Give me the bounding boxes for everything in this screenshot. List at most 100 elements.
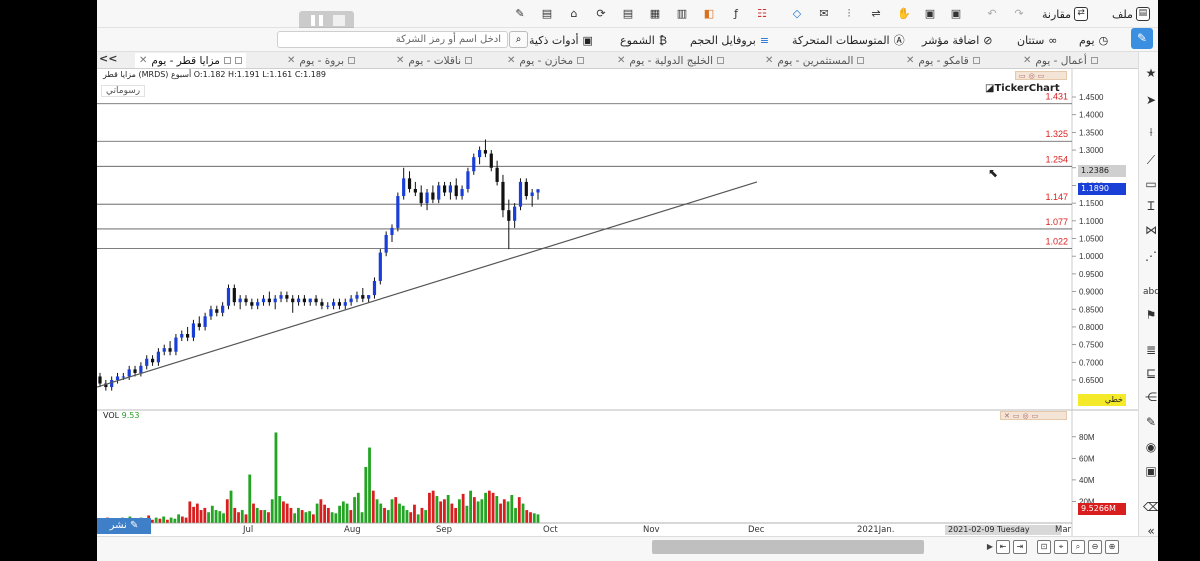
hand-icon[interactable]: ✋ xyxy=(897,7,911,21)
candle[interactable] xyxy=(460,185,464,200)
rectangle-icon[interactable]: ▭ xyxy=(1143,176,1158,192)
search-input[interactable]: ادخل اسم أو رمز الشركة ⌕ xyxy=(277,31,528,48)
tab-nakilat[interactable]: ناقلات - يوم ✕ xyxy=(392,53,476,68)
candle[interactable] xyxy=(209,305,213,320)
candle[interactable] xyxy=(256,298,260,310)
close-icon[interactable]: ✕ xyxy=(617,55,625,66)
close-icon[interactable]: ✕ xyxy=(139,55,147,66)
add-indicator-button[interactable]: ⊘ اضافة مؤشر xyxy=(922,31,992,49)
candle[interactable] xyxy=(296,295,301,306)
file-menu[interactable]: ▤ ملف xyxy=(1112,5,1150,23)
eye-icon[interactable]: ◉ xyxy=(1143,439,1158,455)
candle[interactable] xyxy=(402,167,406,200)
candle[interactable] xyxy=(226,284,231,310)
candle[interactable] xyxy=(407,171,412,193)
candle[interactable] xyxy=(197,316,201,331)
candle[interactable] xyxy=(145,355,149,370)
refresh-icon[interactable]: ⟳ xyxy=(594,7,608,21)
pen-icon[interactable]: ✎ xyxy=(513,7,527,21)
candle[interactable] xyxy=(483,139,488,158)
brush-icon[interactable]: ✎ xyxy=(1143,414,1158,430)
function-icon[interactable]: ƒ xyxy=(729,7,743,21)
zoom-out-icon[interactable]: ⊖ xyxy=(1088,540,1102,554)
drawings-button[interactable]: رسوماتي xyxy=(101,85,146,97)
price-pane-controls[interactable]: ▭ ◎ ▭ xyxy=(1015,71,1067,80)
candle[interactable] xyxy=(472,153,476,175)
candle[interactable] xyxy=(273,295,277,310)
close-icon[interactable]: ✕ xyxy=(906,55,914,66)
fifties-button[interactable]: ∞ ستتان xyxy=(1017,31,1057,49)
fork-icon[interactable]: ⋲ xyxy=(1143,389,1158,405)
tab-investors[interactable]: المستثمرين - يوم ✕ xyxy=(761,53,868,68)
candle[interactable] xyxy=(180,330,184,342)
volume-pane-controls[interactable]: ✕ ▭ ◎ ▭ xyxy=(1000,411,1067,420)
tab-mazaya[interactable]: مزايا قطر - يوم ✕ xyxy=(135,53,246,68)
candle[interactable] xyxy=(285,291,289,303)
scroll-right-icon[interactable]: ▶ xyxy=(984,540,996,554)
scanner-icon[interactable]: ☷ xyxy=(755,7,769,21)
candle[interactable] xyxy=(507,199,511,250)
fit-icon[interactable]: ⊡ xyxy=(1037,540,1051,554)
candle[interactable] xyxy=(162,344,166,356)
search-icon[interactable]: ⌕ xyxy=(509,31,528,48)
candle[interactable] xyxy=(232,284,236,306)
candle[interactable] xyxy=(168,341,172,356)
candle[interactable] xyxy=(518,178,523,211)
candle[interactable] xyxy=(115,372,120,384)
measure-icon[interactable]: ⊑ xyxy=(1143,365,1158,381)
chart-book-icon[interactable]: ▥ xyxy=(675,7,689,21)
price-chart[interactable]: 1.4311.3251.2541.1471.0771.0221.45001.40… xyxy=(97,69,1138,536)
candle[interactable] xyxy=(419,185,423,207)
candle[interactable] xyxy=(215,305,219,317)
restore-icon[interactable]: ▭ xyxy=(1013,412,1020,420)
compare-button[interactable]: ⇄ مقارنة xyxy=(1042,5,1089,23)
candle[interactable] xyxy=(150,355,155,366)
candle[interactable] xyxy=(203,312,207,331)
drawing-pen-button[interactable]: ✎ xyxy=(1131,28,1153,49)
smart-tools-button[interactable]: ▣ أدوات ذكية xyxy=(529,31,593,49)
pattern-icon[interactable]: ⋈ xyxy=(1143,222,1158,238)
candle[interactable] xyxy=(332,298,336,310)
candle[interactable] xyxy=(524,178,528,200)
candles-button[interactable]: ₿ الشموع xyxy=(620,31,667,49)
settings-icon[interactable]: ◎ xyxy=(1023,412,1029,420)
candle[interactable] xyxy=(186,326,190,342)
lock-icon[interactable]: ▣ xyxy=(1143,463,1158,479)
alert-icon[interactable]: ◇ xyxy=(790,7,804,21)
crosshair-icon[interactable]: ⟊ xyxy=(1143,124,1158,140)
volume-profile-button[interactable]: ≡ بروفايل الحجم xyxy=(690,31,769,49)
candle[interactable] xyxy=(291,295,295,313)
message-icon[interactable]: ✉ xyxy=(817,7,831,21)
candle[interactable] xyxy=(495,160,499,186)
table-icon[interactable]: ▦ xyxy=(648,7,662,21)
candle[interactable] xyxy=(442,181,447,197)
tab-makhazen[interactable]: مخازن - يوم ✕ xyxy=(503,53,588,68)
candle[interactable] xyxy=(361,288,365,303)
candle[interactable] xyxy=(174,334,178,356)
redo-icon[interactable]: ↷ xyxy=(1012,7,1026,21)
tab-aamal[interactable]: أعمال - يوم ✕ xyxy=(1019,53,1102,68)
candle[interactable] xyxy=(355,291,359,303)
candle[interactable] xyxy=(437,181,441,204)
candle[interactable] xyxy=(238,295,242,310)
candle[interactable] xyxy=(337,298,342,310)
line-type-tag[interactable]: خطي xyxy=(1078,394,1126,406)
publish-button[interactable]: ✎ نشر xyxy=(97,518,151,534)
star-icon[interactable]: ★ xyxy=(1143,65,1158,81)
link-icon[interactable]: ⇌ xyxy=(869,7,883,21)
candle[interactable] xyxy=(244,295,248,306)
close-icon[interactable]: ✕ xyxy=(287,55,295,66)
candle[interactable] xyxy=(425,188,429,211)
candle[interactable] xyxy=(454,178,458,200)
tab-gulf-intl[interactable]: الخليج الدولية - يوم ✕ xyxy=(613,53,728,68)
close-icon[interactable]: ✕ xyxy=(507,55,515,66)
candle[interactable] xyxy=(110,376,114,391)
layout-icon[interactable]: ▤ xyxy=(621,7,635,21)
ruler-icon[interactable]: ⟋ xyxy=(1143,152,1158,168)
close-icon[interactable]: ✕ xyxy=(1023,55,1031,66)
candle[interactable] xyxy=(489,150,493,172)
tabs-overflow-icon[interactable]: << xyxy=(99,52,117,68)
restore-icon[interactable]: ▭ xyxy=(1019,72,1026,80)
candle[interactable] xyxy=(98,372,102,388)
candle[interactable] xyxy=(250,298,254,310)
